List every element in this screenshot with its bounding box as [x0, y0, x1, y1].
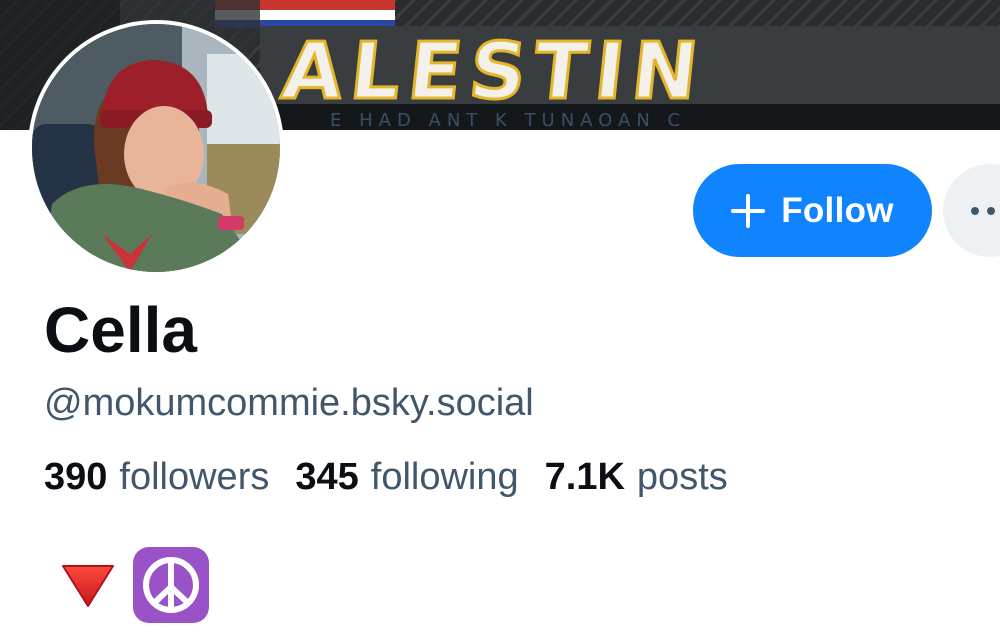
avatar[interactable] [28, 20, 284, 276]
followers-label: followers [119, 456, 270, 498]
red-down-triangle-icon [62, 565, 114, 607]
display-name: Cella [44, 294, 197, 366]
more-options-button[interactable] [943, 164, 1000, 257]
peace-symbol-icon [133, 547, 209, 623]
followers-count: 390 [44, 456, 108, 498]
posts-label: posts [636, 456, 728, 498]
bio [60, 546, 210, 624]
following-link[interactable]: 345 following [295, 454, 518, 500]
followers-link[interactable]: 390 followers [44, 454, 269, 500]
profile-page: ALESTIN E HAD ANT K TUNAOAN C Follow Cel… [0, 0, 1000, 644]
plus-icon [731, 193, 766, 228]
profile-stats: 390 followers 345 following 7.1K posts [44, 454, 728, 500]
posts-stat: 7.1K posts [545, 454, 728, 500]
avatar-image [32, 24, 280, 272]
following-label: following [370, 456, 519, 498]
follow-button[interactable]: Follow [693, 164, 932, 257]
follow-button-label: Follow [781, 190, 894, 230]
handle: @mokumcommie.bsky.social [44, 382, 534, 424]
svg-text:E HAD ANT K TUNAOAN C: E HAD ANT K TUNAOAN C [330, 110, 686, 130]
posts-count: 7.1K [544, 456, 625, 498]
banner-text: ALESTIN [278, 26, 711, 117]
following-count: 345 [295, 456, 359, 498]
